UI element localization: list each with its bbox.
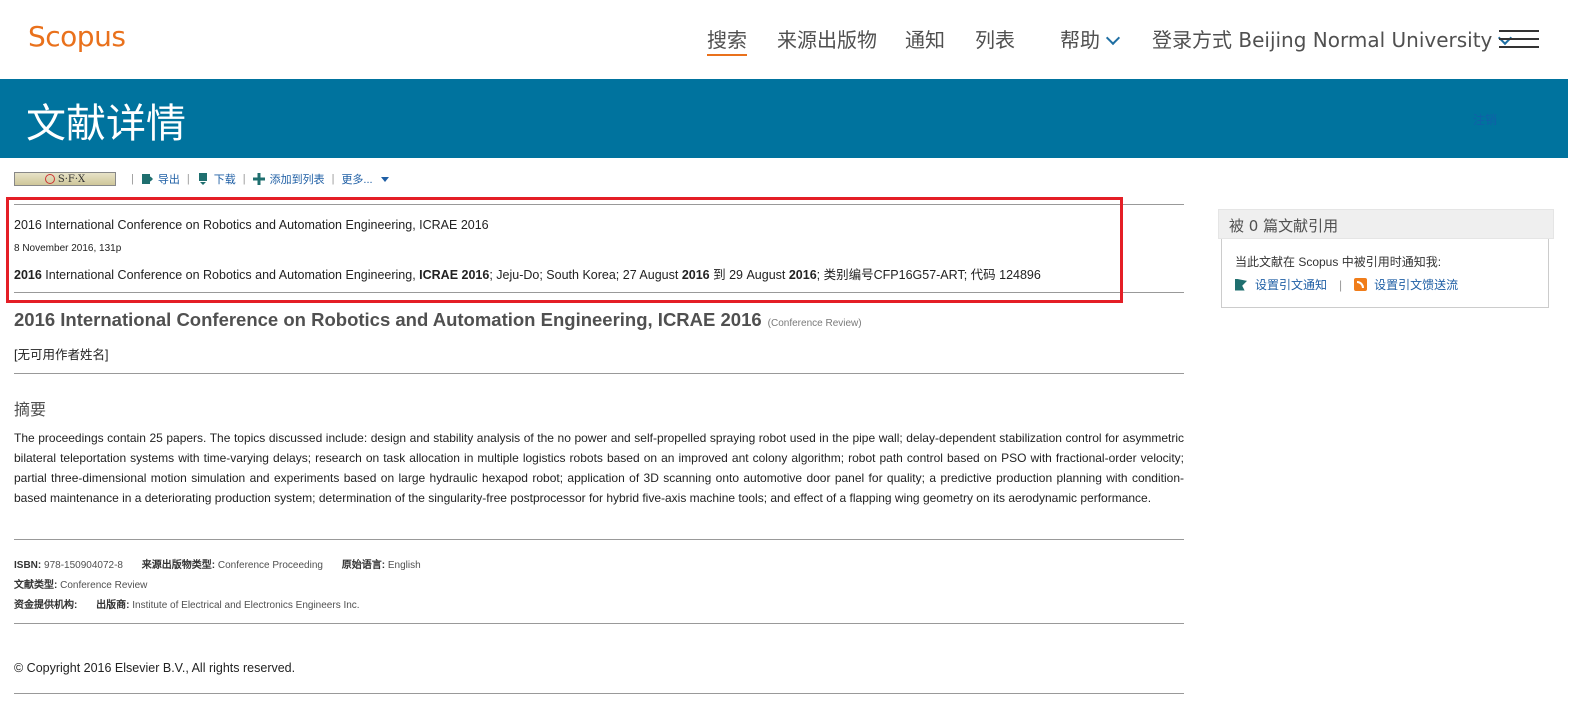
add-to-list-button[interactable]: 添加到列表 — [252, 171, 325, 187]
rss-feed-icon — [1354, 278, 1368, 291]
nav-lists[interactable]: 列表 — [975, 24, 1015, 53]
top-navigation-bar: Scopus 搜索 来源出版物 通知 列表 帮助 登录方式 Beijing No… — [0, 0, 1578, 79]
set-citation-feed-link[interactable]: 设置引文馈送流 — [1354, 276, 1458, 293]
cited-by-panel: 当此文献在 Scopus 中被引用时通知我: 设置引文通知 | 设置引文馈送流 — [1221, 239, 1549, 308]
doc-type-value: Conference Review — [60, 580, 148, 591]
sfx-label: S·F·X — [57, 173, 86, 185]
plus-icon — [252, 173, 265, 185]
cited-by-links: 设置引文通知 | 设置引文馈送流 — [1235, 276, 1458, 293]
document-toolbar: S·F·X | 导出 | 下载 | 添加到列表 | 更多... — [14, 170, 389, 188]
divider — [14, 623, 1184, 624]
cited-by-note: 当此文献在 Scopus 中被引用时通知我: — [1235, 255, 1442, 269]
isbn-label: ISBN: — [14, 560, 42, 571]
cited-by-header: 被 0 篇文献引用 — [1218, 209, 1554, 239]
sfx-button[interactable]: S·F·X — [14, 172, 116, 186]
toolbar-divider: | — [186, 173, 190, 185]
logout-link[interactable]: 注销 — [1473, 111, 1497, 128]
link-divider: | — [1339, 277, 1343, 292]
source-type-value: Conference Proceeding — [217, 560, 323, 571]
set-citation-alert-link[interactable]: 设置引文通知 — [1235, 276, 1327, 293]
download-label: 下载 — [213, 174, 236, 186]
alert-bell-icon — [1235, 278, 1247, 291]
scopus-logo[interactable]: Scopus — [28, 20, 126, 53]
download-icon — [198, 173, 207, 185]
highlight-box — [6, 197, 1123, 303]
toolbar-divider: | — [331, 173, 335, 185]
document-title-text: 2016 International Conference on Robotic… — [14, 309, 762, 330]
abstract-heading: 摘要 — [14, 400, 47, 419]
publisher-label: 出版商: — [96, 600, 130, 611]
metadata-row-2: 文献类型: Conference Review — [14, 576, 147, 591]
set-citation-alert-label: 设置引文通知 — [1255, 278, 1328, 292]
caret-down-icon — [380, 176, 389, 182]
doc-type-label: 文献类型: — [14, 580, 58, 591]
page-banner: 文献详情 注销 — [0, 79, 1568, 158]
toolbar-divider: | — [131, 173, 134, 185]
language-value: English — [387, 560, 421, 571]
nav-login[interactable]: 登录方式 Beijing Normal University — [1152, 24, 1513, 53]
set-citation-feed-label: 设置引文馈送流 — [1374, 278, 1459, 292]
nav-alerts[interactable]: 通知 — [905, 24, 945, 53]
language-label: 原始语言: — [341, 560, 386, 571]
nav-help-label: 帮助 — [1060, 28, 1100, 52]
metadata-row-3: 资金提供机构: 出版商: Institute of Electrical and… — [14, 596, 360, 611]
export-label: 导出 — [157, 174, 180, 186]
more-button[interactable]: 更多... — [341, 171, 389, 187]
funding-label: 资金提供机构: — [14, 600, 78, 611]
download-button[interactable]: 下载 — [197, 171, 236, 187]
copyright: © Copyright 2016 Elsevier B.V., All righ… — [14, 661, 296, 675]
publisher-value: Institute of Electrical and Electronics … — [132, 600, 360, 611]
isbn-value: 978-150904072-8 — [44, 560, 123, 571]
document-type-tag: (Conference Review) — [767, 318, 862, 329]
export-icon — [141, 174, 153, 184]
nav-help[interactable]: 帮助 — [1060, 24, 1121, 53]
metadata-row-1: ISBN: 978-150904072-8 来源出版物类型: Conferenc… — [14, 556, 421, 571]
more-label: 更多... — [341, 174, 373, 186]
document-title: 2016 International Conference on Robotic… — [14, 309, 862, 331]
toolbar-divider: | — [242, 173, 246, 185]
sfx-logo-icon — [44, 174, 55, 184]
nav-search[interactable]: 搜索 — [707, 24, 747, 56]
add-to-list-label: 添加到列表 — [269, 174, 325, 186]
abstract-text: The proceedings contain 25 papers. The t… — [14, 431, 1184, 505]
hamburger-menu-icon[interactable] — [1499, 30, 1539, 50]
divider — [14, 539, 1184, 540]
nav-sources[interactable]: 来源出版物 — [777, 24, 877, 53]
nav-login-label: 登录方式 Beijing Normal University — [1152, 28, 1493, 52]
cited-by-title: 被 0 篇文献引用 — [1229, 217, 1339, 235]
divider — [14, 693, 1184, 694]
export-button[interactable]: 导出 — [141, 171, 180, 187]
chevron-down-icon — [1105, 30, 1121, 46]
page-title: 文献详情 — [26, 101, 186, 147]
authors: [无可用作者姓名] — [14, 348, 109, 362]
source-type-label: 来源出版物类型: — [141, 560, 216, 571]
divider — [14, 373, 1184, 374]
